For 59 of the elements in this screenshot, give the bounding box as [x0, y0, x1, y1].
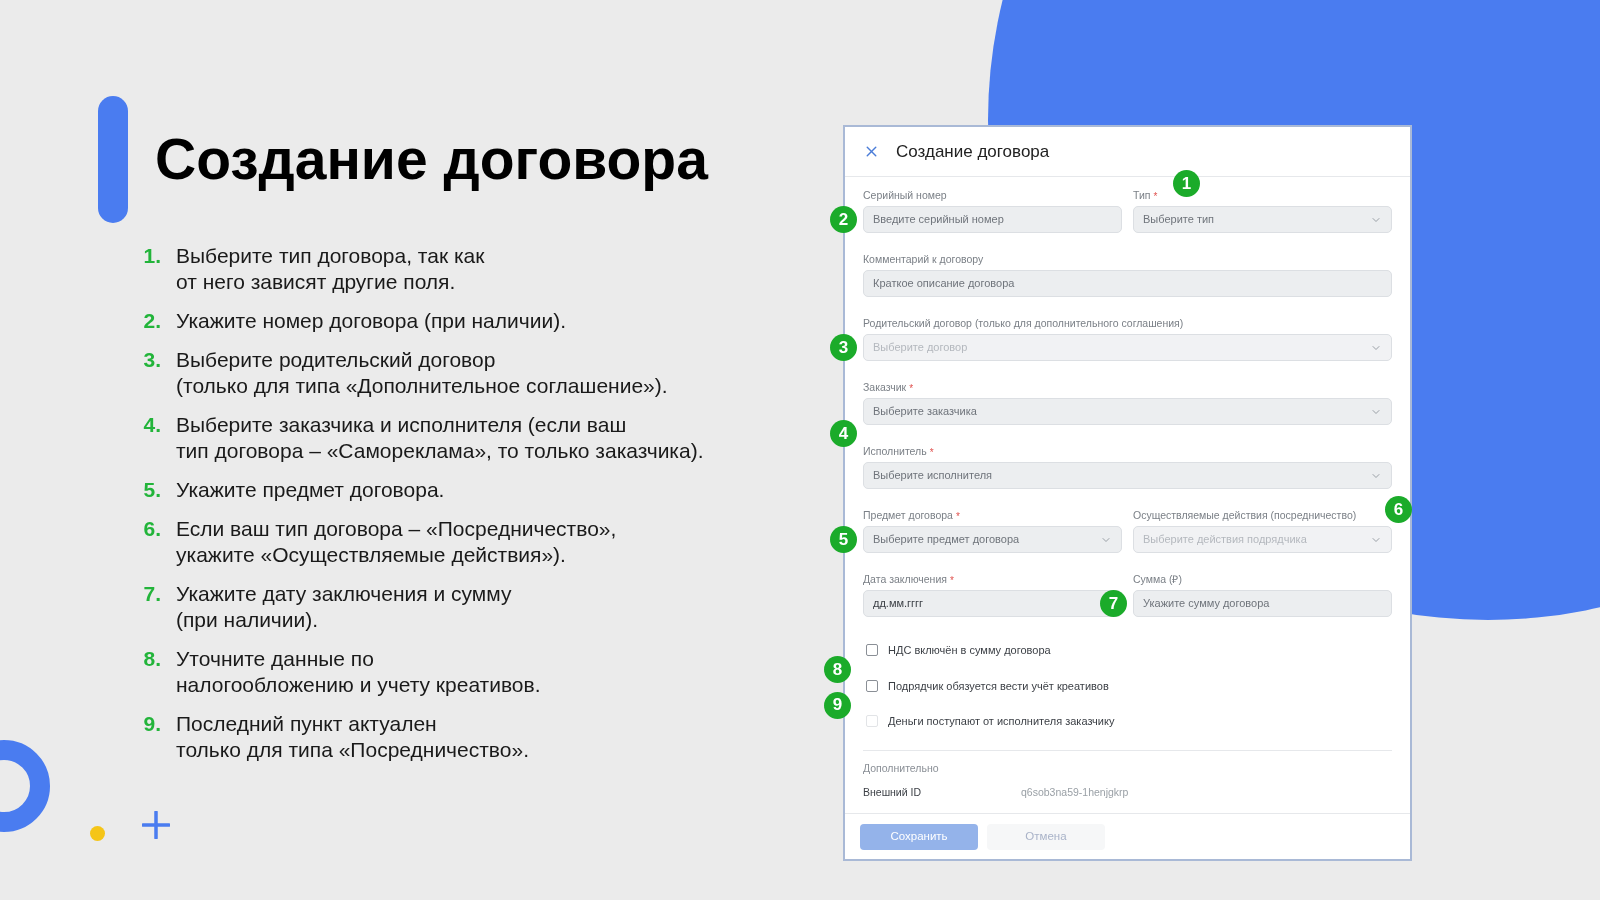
required-mark: * [909, 381, 914, 396]
field-label: Дата заключения [863, 572, 947, 588]
checkbox-label: НДС включён в сумму договора [888, 643, 1051, 658]
step-text: Если ваш тип договора – «Посредничество», укажите «Осуществляемые действия»). [176, 516, 617, 568]
step-number: 5. [142, 477, 162, 503]
step-number: 8. [142, 646, 162, 672]
step-text: Выберите заказчика и исполнителя (если ваш тип договора – «Самореклама», то только заказчика). [176, 412, 704, 464]
step-number: 7. [142, 581, 162, 607]
step-number-badge: 2 [830, 206, 857, 233]
step-number: 3. [142, 347, 162, 373]
checkbox[interactable] [866, 644, 878, 657]
field-value: q6sob3na59-1henjgkrp [1021, 785, 1129, 801]
checkbox-label: Деньги поступают от исполнителя заказчику [888, 714, 1115, 729]
step-text: Укажите дату заключения и сумму (при наличии). [176, 581, 512, 633]
input-field[interactable]: Краткое описание договора [863, 270, 1392, 297]
step-text: Выберите тип договора, так как от него зависят другие поля. [176, 243, 485, 295]
step-number-badge: 6 [1385, 496, 1412, 523]
step-number-badge: 1 [1173, 170, 1200, 197]
checkbox-label: Подрядчик обязуется вести учёт креативов [888, 678, 1109, 694]
required-mark: * [1153, 189, 1158, 204]
select-field[interactable]: Выберите исполнителя [863, 462, 1392, 489]
field-label: Заказчик [863, 380, 907, 396]
select-field[interactable]: Выберите предмет договора [863, 526, 1122, 553]
step-number: 4. [142, 412, 162, 438]
checkbox[interactable] [866, 679, 878, 692]
step-number: 9. [142, 711, 162, 737]
step-text: Укажите предмет договора. [176, 477, 445, 503]
step-text: Выберите родительский договор (только для типа «Дополнительное соглашение»). [176, 347, 668, 399]
field-label: Предмет договора [863, 508, 953, 524]
required-mark: * [949, 573, 954, 588]
step-number-badge: 7 [1100, 590, 1127, 617]
required-mark: * [929, 445, 934, 460]
field-label: Осуществляемые действия (посредничество) [1133, 508, 1357, 524]
step-text: Укажите номер договора (при наличии). [176, 308, 566, 334]
step-number-badge: 8 [824, 656, 851, 683]
dialog-title: Создание договора [896, 140, 1050, 163]
step-text: Последний пункт актуален только для типа «Посредничество». [176, 711, 529, 763]
select-field[interactable]: Выберите заказчика [863, 398, 1392, 425]
select-field[interactable]: Выберите тип [1133, 206, 1392, 233]
field-label: Тип [1133, 188, 1151, 204]
field-label: Сумма (₽) [1133, 572, 1182, 588]
step-number-badge: 3 [830, 334, 857, 361]
field-label: Исполнитель [863, 444, 927, 460]
field-label: Серийный номер [863, 188, 947, 204]
step-number: 1. [142, 243, 162, 269]
plus-icon [142, 811, 170, 839]
step-number-badge: 4 [830, 420, 857, 447]
step-number: 6. [142, 516, 162, 542]
step-text: Уточните данные по налогообложению и учету креативов. [176, 646, 541, 698]
required-mark: * [955, 509, 960, 524]
input-field[interactable]: Введите серийный номер [863, 206, 1122, 233]
input-field[interactable]: Укажите сумму договора [1133, 590, 1392, 617]
step-number-badge: 5 [830, 526, 857, 553]
field-label: Комментарий к договору [863, 252, 984, 268]
section-heading: Дополнительно [863, 760, 940, 776]
step-number: 2. [142, 308, 162, 334]
field-label: Внешний ID [863, 785, 922, 801]
step-number-badge: 9 [824, 691, 851, 719]
field-label: Родительский договор (только для дополнительного соглашения) [863, 316, 1184, 332]
